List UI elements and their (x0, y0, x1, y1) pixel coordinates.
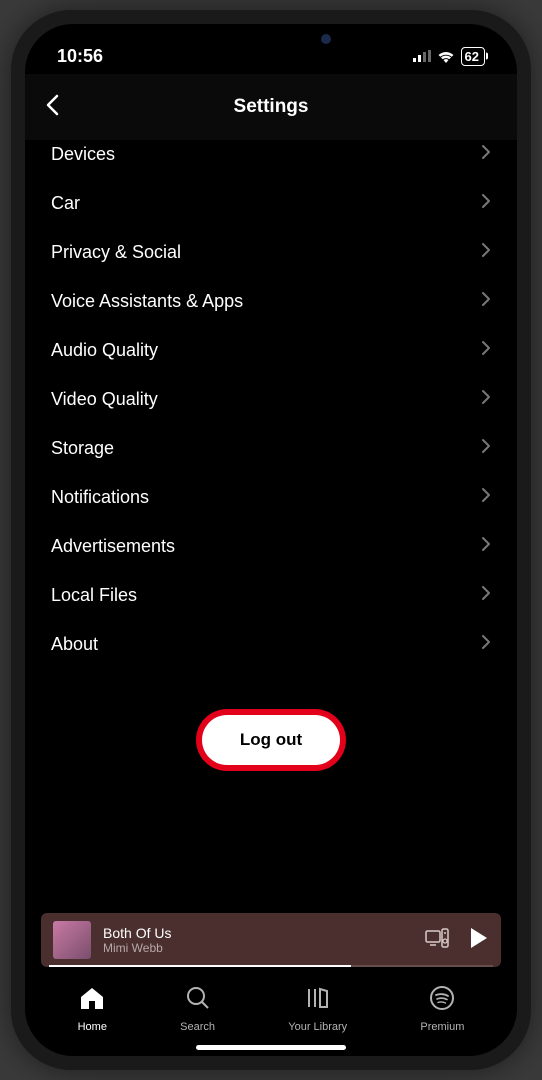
chevron-left-icon (45, 94, 59, 116)
logout-wrapper: Log out (25, 669, 517, 795)
phone-screen: 10:56 62 Settings Devices (25, 24, 517, 1056)
settings-item-about[interactable]: About (25, 620, 517, 669)
settings-item-devices[interactable]: Devices (25, 140, 517, 179)
connect-device-icon[interactable] (425, 928, 449, 953)
wifi-icon (437, 50, 455, 63)
settings-item-label: Notifications (51, 487, 149, 508)
settings-item-storage[interactable]: Storage (25, 424, 517, 473)
settings-item-label: Car (51, 193, 80, 214)
home-indicator[interactable] (196, 1045, 346, 1050)
nav-label: Premium (420, 1021, 464, 1033)
settings-item-privacy-social[interactable]: Privacy & Social (25, 228, 517, 277)
status-time: 10:56 (57, 46, 103, 67)
now-playing-bar[interactable]: Both Of Us Mimi Webb (41, 913, 501, 967)
nav-label: Your Library (288, 1021, 347, 1033)
status-icons: 62 (413, 47, 485, 66)
settings-item-local-files[interactable]: Local Files (25, 571, 517, 620)
chevron-right-icon (481, 242, 491, 263)
chevron-right-icon (481, 340, 491, 361)
nav-item-home[interactable]: Home (78, 985, 107, 1033)
settings-item-label: Storage (51, 438, 114, 459)
chevron-right-icon (481, 291, 491, 312)
settings-item-label: Video Quality (51, 389, 158, 410)
settings-item-label: Local Files (51, 585, 137, 606)
settings-item-label: Advertisements (51, 536, 175, 557)
chevron-right-icon (481, 487, 491, 508)
nav-label: Home (78, 1021, 107, 1033)
spotify-icon (429, 985, 455, 1016)
chevron-right-icon (481, 634, 491, 655)
nav-label: Search (180, 1021, 215, 1033)
cellular-signal-icon (413, 50, 431, 62)
settings-item-label: About (51, 634, 98, 655)
back-button[interactable] (45, 94, 59, 121)
chevron-right-icon (481, 438, 491, 459)
chevron-right-icon (481, 585, 491, 606)
settings-item-advertisements[interactable]: Advertisements (25, 522, 517, 571)
settings-item-audio-quality[interactable]: Audio Quality (25, 326, 517, 375)
play-icon[interactable] (469, 927, 489, 954)
nav-item-search[interactable]: Search (180, 985, 215, 1033)
settings-item-video-quality[interactable]: Video Quality (25, 375, 517, 424)
chevron-right-icon (481, 144, 491, 165)
notch (171, 24, 371, 54)
chevron-right-icon (481, 193, 491, 214)
settings-item-car[interactable]: Car (25, 179, 517, 228)
settings-list[interactable]: Devices Car Privacy & Social Voice Assis… (25, 140, 517, 913)
now-playing-title: Both Of Us (103, 925, 413, 941)
settings-item-label: Devices (51, 144, 115, 165)
settings-item-voice-assistants[interactable]: Voice Assistants & Apps (25, 277, 517, 326)
settings-item-notifications[interactable]: Notifications (25, 473, 517, 522)
settings-item-label: Audio Quality (51, 340, 158, 361)
now-playing-artist: Mimi Webb (103, 941, 413, 955)
progress-bar (49, 965, 493, 967)
chevron-right-icon (481, 536, 491, 557)
settings-item-label: Privacy & Social (51, 242, 181, 263)
settings-header: Settings (25, 74, 517, 140)
search-icon (185, 985, 211, 1016)
library-icon (305, 985, 331, 1016)
logout-button[interactable]: Log out (202, 715, 340, 765)
progress-fill (49, 965, 351, 967)
bottom-nav: Home Search Your Library Premium (25, 975, 517, 1037)
now-playing-controls (425, 927, 489, 954)
nav-item-premium[interactable]: Premium (420, 985, 464, 1033)
battery-icon: 62 (461, 47, 485, 66)
page-title: Settings (234, 96, 309, 118)
album-art (53, 921, 91, 959)
chevron-right-icon (481, 389, 491, 410)
nav-item-library[interactable]: Your Library (288, 985, 347, 1033)
home-icon (79, 985, 105, 1016)
phone-frame: 10:56 62 Settings Devices (11, 10, 531, 1070)
now-playing-info: Both Of Us Mimi Webb (103, 925, 413, 955)
settings-item-label: Voice Assistants & Apps (51, 291, 243, 312)
